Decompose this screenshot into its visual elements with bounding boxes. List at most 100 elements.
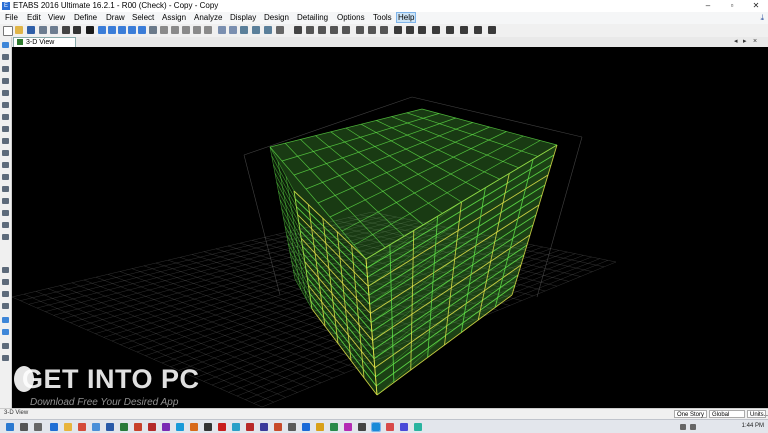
- move-up-icon[interactable]: [218, 26, 226, 34]
- download-icon[interactable]: ⤓: [760, 13, 764, 23]
- tab-3d-view[interactable]: 3-D View: [13, 37, 76, 47]
- outlook-icon[interactable]: [176, 423, 184, 431]
- draw-brace-left-icon[interactable]: [2, 114, 9, 120]
- draw-beam-left-icon[interactable]: [2, 102, 9, 108]
- elevation-view-icon[interactable]: [182, 26, 190, 34]
- menu-design[interactable]: Design: [263, 12, 290, 23]
- close-button[interactable]: ✕: [744, 0, 768, 12]
- draw-link-icon[interactable]: [2, 210, 9, 216]
- structural-3d-model[interactable]: [12, 47, 768, 408]
- chrome-icon[interactable]: [78, 423, 86, 431]
- set-display-options-icon[interactable]: [252, 26, 260, 34]
- search-icon[interactable]: [20, 423, 28, 431]
- run-analysis-icon[interactable]: [86, 26, 94, 34]
- display-table-icon[interactable]: [488, 26, 496, 34]
- app-purple-icon[interactable]: [344, 423, 352, 431]
- menu-display[interactable]: Display: [229, 12, 257, 23]
- reshape-icon[interactable]: [2, 54, 9, 60]
- windows-start-icon[interactable]: [6, 423, 14, 431]
- undo-icon[interactable]: [39, 26, 47, 34]
- move-down-icon[interactable]: [229, 26, 237, 34]
- 3d-view-icon[interactable]: [160, 26, 168, 34]
- redo-icon[interactable]: [50, 26, 58, 34]
- app-teal-icon[interactable]: [232, 423, 240, 431]
- draw-line-icon[interactable]: [2, 78, 9, 84]
- draw-wall-left-icon[interactable]: [2, 138, 9, 144]
- view-close-button[interactable]: ×: [753, 37, 757, 47]
- assign-frame-icon[interactable]: [406, 26, 414, 34]
- object-shrink-icon[interactable]: [240, 26, 248, 34]
- menu-file[interactable]: File: [4, 12, 19, 23]
- assign-joint-icon[interactable]: [394, 26, 402, 34]
- display-deformed-icon[interactable]: [446, 26, 454, 34]
- menu-view[interactable]: View: [47, 12, 66, 23]
- excel-icon[interactable]: [120, 423, 128, 431]
- draw-floor-left-icon[interactable]: [2, 126, 9, 132]
- new-file-icon[interactable]: [3, 26, 13, 36]
- app-red-icon[interactable]: [274, 423, 282, 431]
- app-misc3-icon[interactable]: [414, 423, 422, 431]
- snap-lines-icon[interactable]: [2, 317, 9, 323]
- draw-opening-icon[interactable]: [380, 26, 388, 34]
- draw-section-cut-icon[interactable]: [2, 198, 9, 204]
- revit-icon[interactable]: [246, 423, 254, 431]
- coordinate-system-select[interactable]: Global: [709, 410, 745, 418]
- plan-view-icon[interactable]: [171, 26, 179, 34]
- app-green-icon[interactable]: [330, 423, 338, 431]
- draw-wall-icon[interactable]: [356, 26, 364, 34]
- menu-edit[interactable]: Edit: [26, 12, 42, 23]
- menu-draw[interactable]: Draw: [105, 12, 126, 23]
- view-next-button[interactable]: ▸: [743, 37, 747, 47]
- file-explorer-icon[interactable]: [64, 423, 72, 431]
- display-forces-icon[interactable]: [460, 26, 468, 34]
- pan-icon[interactable]: [149, 26, 157, 34]
- select-pointer-icon[interactable]: [2, 42, 9, 48]
- model-viewport[interactable]: [12, 47, 768, 408]
- autocad-icon[interactable]: [218, 423, 226, 431]
- snap-grid-icon[interactable]: [2, 329, 9, 335]
- etabs-taskbar-icon[interactable]: [371, 422, 381, 432]
- view-prev-button[interactable]: ◂: [734, 37, 738, 47]
- menu-analyze[interactable]: Analyze: [193, 12, 223, 23]
- zoom-previous-icon[interactable]: [138, 26, 146, 34]
- refresh-view-icon[interactable]: [264, 26, 272, 34]
- minimize-button[interactable]: –: [696, 0, 720, 12]
- snap-intersections-icon[interactable]: [2, 291, 9, 297]
- draw-frame-icon[interactable]: [306, 26, 314, 34]
- menu-select[interactable]: Select: [131, 12, 155, 23]
- rotate-3d-icon[interactable]: [193, 26, 201, 34]
- volume-icon[interactable]: [690, 424, 696, 430]
- assign-load-icon[interactable]: [432, 26, 440, 34]
- snap-fine-grid-icon[interactable]: [2, 343, 9, 349]
- draw-joint-icon[interactable]: [2, 66, 9, 72]
- menu-help[interactable]: Help: [396, 12, 417, 23]
- save-icon[interactable]: [27, 26, 35, 34]
- zoom-fit-icon[interactable]: [128, 26, 136, 34]
- draw-strip-icon[interactable]: [2, 234, 9, 240]
- draw-floor-icon[interactable]: [368, 26, 376, 34]
- story-select[interactable]: One Story: [674, 410, 707, 418]
- powerpoint-icon[interactable]: [134, 423, 142, 431]
- zoom-in-icon[interactable]: [108, 26, 116, 34]
- store-icon[interactable]: [92, 423, 100, 431]
- app-misc2-icon[interactable]: [400, 423, 408, 431]
- zoom-window-icon[interactable]: [98, 26, 106, 34]
- app-misc-icon[interactable]: [386, 423, 394, 431]
- snap-points-icon[interactable]: [2, 267, 9, 273]
- acrobat-icon[interactable]: [148, 423, 156, 431]
- snap-perpendicular-icon[interactable]: [2, 303, 9, 309]
- draw-tendon-icon[interactable]: [2, 222, 9, 228]
- network-icon[interactable]: [680, 424, 686, 430]
- word-icon[interactable]: [106, 423, 114, 431]
- snap-divide-icon[interactable]: [2, 355, 9, 361]
- pencil-icon[interactable]: [62, 26, 70, 34]
- task-view-icon[interactable]: [34, 423, 42, 431]
- app-black-icon[interactable]: [358, 423, 366, 431]
- menu-options[interactable]: Options: [336, 12, 366, 23]
- app-navy-icon[interactable]: [260, 423, 268, 431]
- edge-browser-icon[interactable]: [50, 423, 58, 431]
- menu-tools[interactable]: Tools: [372, 12, 393, 23]
- perspective-icon[interactable]: [204, 26, 212, 34]
- app-orange-icon[interactable]: [190, 423, 198, 431]
- app-yellow-icon[interactable]: [316, 423, 324, 431]
